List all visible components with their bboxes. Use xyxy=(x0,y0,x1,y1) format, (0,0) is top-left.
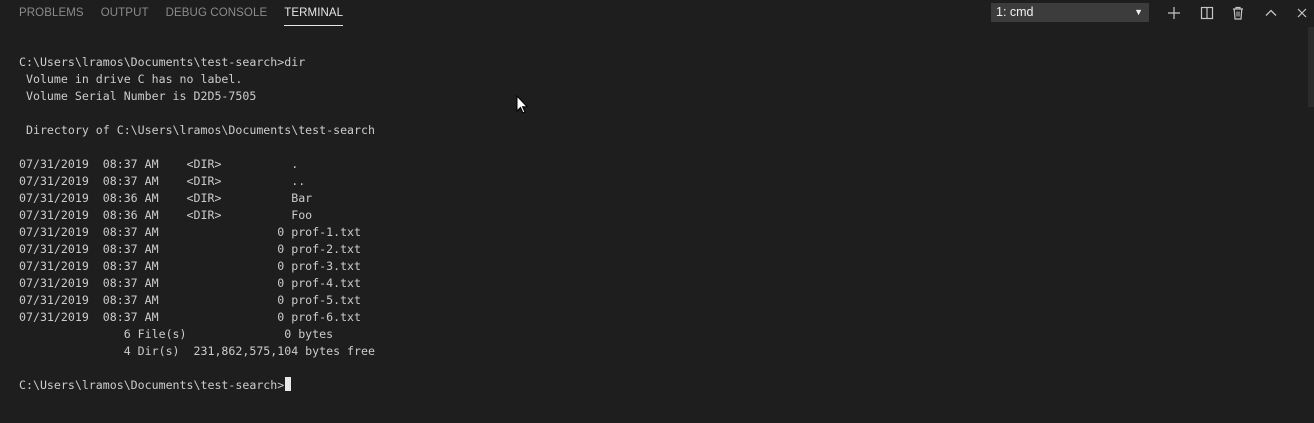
maximize-panel-button[interactable] xyxy=(1262,4,1280,22)
new-terminal-button[interactable] xyxy=(1165,4,1183,22)
terminal-line: Directory of C:\Users\lramos\Documents\t… xyxy=(19,123,375,137)
plus-icon xyxy=(1167,6,1181,20)
terminal-output[interactable]: C:\Users\lramos\Documents\test-search>di… xyxy=(19,54,375,394)
terminal-select-value: 1: cmd xyxy=(996,5,1034,19)
terminal-line: 6 File(s) 0 bytes xyxy=(19,327,334,341)
tab-problems[interactable]: PROBLEMS xyxy=(19,6,84,26)
terminal-line: 07/31/2019 08:37 AM 0 prof-2.txt xyxy=(19,242,362,256)
panel-tab-bar: PROBLEMS OUTPUT DEBUG CONSOLE TERMINAL 1… xyxy=(0,0,1314,27)
mouse-pointer-icon xyxy=(516,94,529,119)
terminal-line: Volume in drive C has no label. xyxy=(19,72,243,86)
tab-output[interactable]: OUTPUT xyxy=(101,6,149,26)
dropdown-arrow-icon: ▼ xyxy=(1134,7,1143,17)
terminal-line: 07/31/2019 08:37 AM 0 prof-6.txt xyxy=(19,310,362,324)
terminal-line: 07/31/2019 08:37 AM <DIR> . xyxy=(19,157,299,171)
tab-debug-console[interactable]: DEBUG CONSOLE xyxy=(166,6,268,26)
kill-terminal-button[interactable] xyxy=(1229,4,1247,22)
trash-icon xyxy=(1231,6,1245,20)
terminal-line: 07/31/2019 08:37 AM 0 prof-3.txt xyxy=(19,259,362,273)
terminal-line: 07/31/2019 08:36 AM <DIR> Bar xyxy=(19,191,313,205)
panel-tabs: PROBLEMS OUTPUT DEBUG CONSOLE TERMINAL xyxy=(19,6,360,26)
split-icon xyxy=(1200,6,1214,20)
terminal-line: 07/31/2019 08:37 AM 0 prof-1.txt xyxy=(19,225,362,239)
terminal-panel: PROBLEMS OUTPUT DEBUG CONSOLE TERMINAL 1… xyxy=(0,0,1314,423)
terminal-line: 07/31/2019 08:37 AM <DIR> .. xyxy=(19,174,306,188)
terminal-prompt: C:\Users\lramos\Documents\test-search> xyxy=(19,378,285,392)
chevron-up-icon xyxy=(1264,6,1278,20)
close-icon xyxy=(1295,6,1309,20)
terminal-line: 07/31/2019 08:37 AM 0 prof-4.txt xyxy=(19,276,362,290)
tab-terminal[interactable]: TERMINAL xyxy=(284,6,344,26)
terminal-cursor xyxy=(285,377,292,391)
terminal-line: Volume Serial Number is D2D5-7505 xyxy=(19,89,257,103)
terminal-scrollbar[interactable] xyxy=(1308,27,1314,107)
terminal-prompt-line: C:\Users\lramos\Documents\test-search> xyxy=(19,377,375,394)
terminal-line: 07/31/2019 08:37 AM 0 prof-5.txt xyxy=(19,293,362,307)
terminal-select[interactable]: 1: cmd ▼ xyxy=(991,3,1149,22)
close-panel-button[interactable] xyxy=(1293,4,1311,22)
terminal-line: 4 Dir(s) 231,862,575,104 bytes free xyxy=(19,344,375,358)
split-terminal-button[interactable] xyxy=(1198,4,1216,22)
terminal-line: 07/31/2019 08:36 AM <DIR> Foo xyxy=(19,208,313,222)
terminal-line: C:\Users\lramos\Documents\test-search>di… xyxy=(19,55,306,69)
